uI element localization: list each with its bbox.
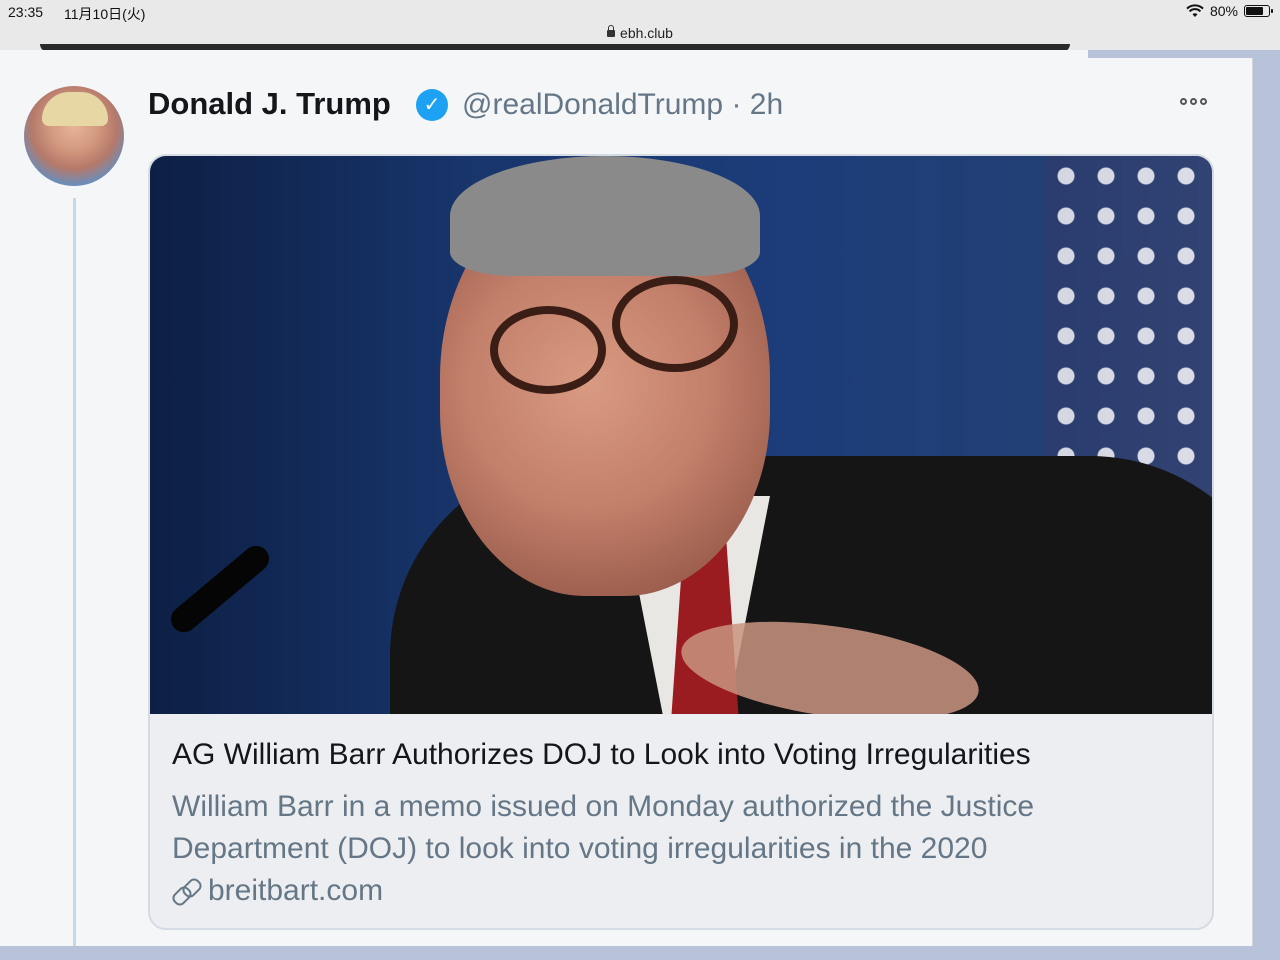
status-date: 11月10日(火) xyxy=(64,6,146,22)
verified-icon: ✓ xyxy=(416,89,448,121)
link-card[interactable]: AG William Barr Authorizes DOJ to Look i… xyxy=(148,154,1214,930)
card-domain: breitbart.com xyxy=(172,874,383,908)
more-dot xyxy=(1180,98,1187,105)
battery-fill xyxy=(1246,7,1263,15)
status-bar: 23:35 11月10日(火) 80% ebh.club xyxy=(0,0,1280,52)
more-icon[interactable] xyxy=(1180,98,1207,105)
status-time: 23:35 xyxy=(8,4,44,20)
card-title: AG William Barr Authorizes DOJ to Look i… xyxy=(172,738,1031,771)
glasses-right-lens xyxy=(612,276,738,372)
battery-percent: 80% xyxy=(1209,3,1238,19)
microphone xyxy=(165,540,275,638)
status-right: 80% xyxy=(1186,3,1273,19)
url-bar[interactable]: ebh.club xyxy=(0,24,1280,41)
battery-icon xyxy=(1244,5,1273,17)
handle-time[interactable]: @realDonaldTrump · 2h xyxy=(462,88,783,122)
tweet-view: Donald J. Trump ✓ @realDonaldTrump · 2h … xyxy=(0,58,1253,946)
more-dot xyxy=(1200,98,1207,105)
lock-icon xyxy=(607,24,616,37)
card-image xyxy=(150,156,1212,714)
link-icon xyxy=(172,877,200,905)
hair xyxy=(450,156,760,276)
card-description: William Barr in a memo issued on Monday … xyxy=(172,790,1035,865)
glasses-left-lens xyxy=(490,306,606,394)
url-text: ebh.club xyxy=(620,25,673,41)
more-dot xyxy=(1190,98,1197,105)
avatar[interactable] xyxy=(24,86,124,186)
display-name[interactable]: Donald J. Trump xyxy=(148,86,391,122)
thread-line xyxy=(73,198,76,946)
avatar-hair xyxy=(42,92,108,126)
card-domain-text: breitbart.com xyxy=(208,874,384,907)
wifi-icon xyxy=(1186,4,1204,17)
